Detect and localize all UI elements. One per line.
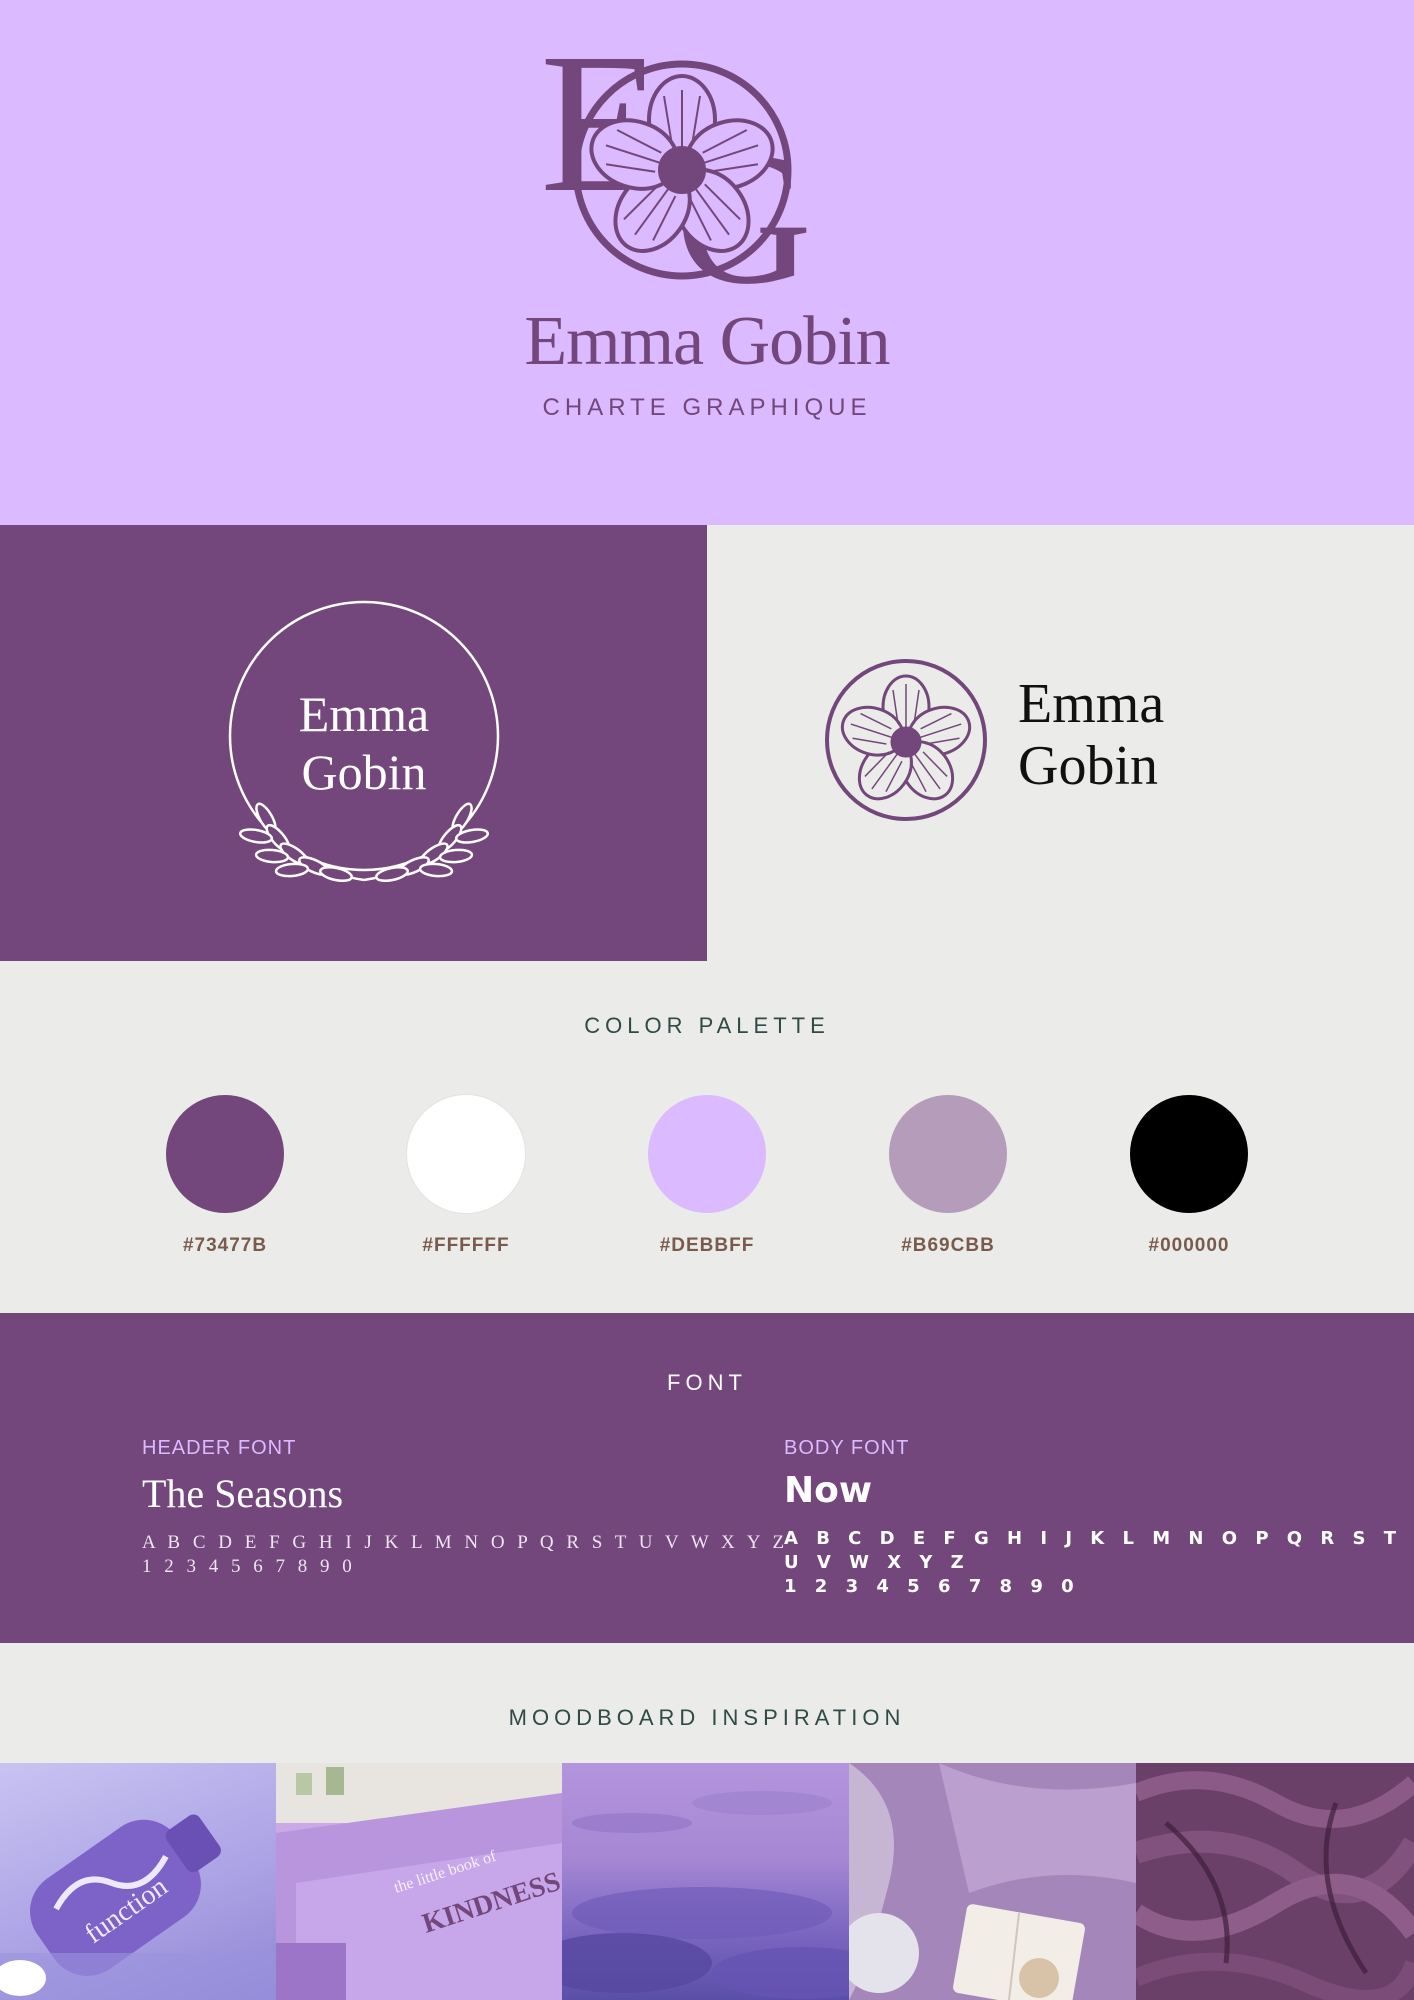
swatch-item: #FFFFFF [386,1095,546,1257]
badge-logo-name-line2: Gobin [1018,735,1158,797]
wreath-logo-name-line1: Emma [298,686,430,742]
badge-logo-name-line1: Emma [1018,673,1165,735]
color-palette-section: COLOR PALETTE #73477B #FFFFFF #DEBBFF #B… [0,961,1414,1313]
color-swatch [166,1095,284,1213]
moodboard-image-sky [562,1763,849,2000]
moodboard-image-bedding [849,1763,1136,2000]
hero-section: E G [0,0,1414,525]
logo-variant-light: Emma Gobin [707,525,1414,961]
monogram-flower-logo: E G [540,30,812,292]
sky-photo [562,1791,849,1999]
flower-badge-icon [825,659,987,821]
logo-variant-dark: Emma Gobin [0,525,707,961]
books-photo: the little book of KINDNESS [276,1763,562,2000]
color-swatch [407,1095,525,1213]
palette-title: COLOR PALETTE [584,1013,830,1038]
font-section: FONT HEADER FONT The Seasons A B C D E F… [0,1313,1414,1643]
header-font-alphabet: A B C D E F G H I J K L M N O P Q R S T … [142,1532,789,1553]
body-font-block: BODY FONT Now A B C D E F G H I J K L M … [784,1437,1414,1599]
swatch-item: #DEBBFF [627,1095,787,1257]
moodboard-title: MOODBOARD INSPIRATION [508,1705,906,1730]
moodboard-image-books: the little book of KINDNESS [276,1763,562,2000]
bedding-photo [849,1763,1136,2000]
brand-subtitle: CHARTE GRAPHIQUE [542,394,872,421]
moodboard-section: MOODBOARD INSPIRATION function the littl… [0,1643,1414,2000]
header-font-label: HEADER FONT [142,1437,297,1459]
body-font-label: BODY FONT [784,1437,910,1459]
swatch-hex: #DEBBFF [659,1235,755,1256]
swatch-item: #73477B [145,1095,305,1257]
body-font-digits: 1 2 3 4 5 6 7 8 9 0 [784,1576,1080,1597]
badge-logo-name: Emma Gobin [1018,673,1164,797]
lotion-bottle-photo: function [0,1814,276,2000]
swatch-hex: #000000 [1148,1235,1230,1256]
font-title: FONT [667,1370,747,1395]
body-font-alphabet: A B C D E F G H I J K L M N O P Q R S T … [784,1528,1402,1573]
header-font-name: The Seasons [142,1471,344,1516]
swatch-hex: #FFFFFF [422,1235,510,1256]
color-swatch [1130,1095,1248,1213]
swatch-hex: #73477B [182,1235,268,1256]
color-swatch [889,1095,1007,1213]
header-font-block: HEADER FONT The Seasons A B C D E F G H … [142,1437,788,1579]
wreath-logo-name: Emma Gobin [226,685,502,801]
swatch-item: #000000 [1109,1095,1269,1257]
swatch-item: #B69CBB [868,1095,1028,1257]
body-font-name: Now [784,1470,873,1511]
moodboard-image-lotion: function [0,1763,276,2000]
color-swatch [648,1095,766,1213]
header-font-digits: 1 2 3 4 5 6 7 8 9 0 [142,1556,356,1577]
fabric-photo [1136,1771,1414,2000]
swatch-hex: #B69CBB [901,1235,995,1256]
moodboard-image-fabric [1136,1763,1414,2000]
brand-name: Emma Gobin [524,303,890,380]
wreath-logo-name-line2: Gobin [301,744,427,800]
